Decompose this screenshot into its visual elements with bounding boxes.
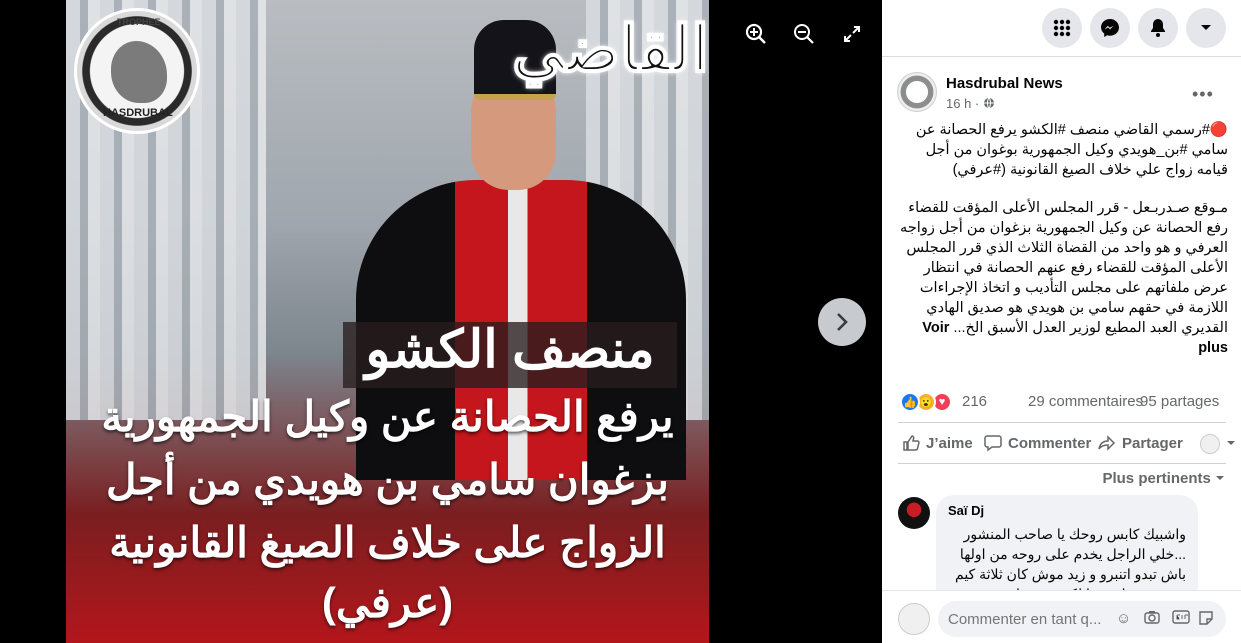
current-user-avatar[interactable] xyxy=(898,603,930,635)
post-panel: Hasdrubal News 16 h · ••• 🔴#رسمي القاضي … xyxy=(882,0,1241,643)
image-name: منصف الكشو xyxy=(365,321,655,379)
account-chevron-icon[interactable] xyxy=(1186,8,1226,48)
reaction-count[interactable]: 216 xyxy=(962,393,987,410)
divider-bottom xyxy=(898,463,1226,464)
zoom-out-icon[interactable] xyxy=(788,18,820,50)
comment-bubble: Saï Dj واشبيك كابس روحك يا صاحب المنشور … xyxy=(936,495,1198,591)
fullscreen-icon[interactable] xyxy=(836,18,868,50)
shares-count[interactable]: 95 partages xyxy=(1140,393,1219,410)
commenter-name[interactable]: Saï Dj xyxy=(948,503,1186,518)
comment-sort[interactable]: Plus pertinents xyxy=(1102,470,1225,487)
chevron-down-icon xyxy=(1227,441,1235,445)
media-viewer: TROPHEE HASDRUBAL القاضي منصف الكشو يرفع… xyxy=(0,0,882,643)
gif-icon[interactable] xyxy=(1172,610,1190,628)
emoji-icon[interactable]: ☺ xyxy=(1116,610,1131,627)
avatar[interactable] xyxy=(897,72,937,112)
globe-icon xyxy=(983,97,994,109)
comments-count[interactable]: 29 commentaires xyxy=(1028,393,1143,410)
notifications-icon[interactable] xyxy=(1138,8,1178,48)
headline-line-3: الزواج على خلاف الصيغ القانونية xyxy=(109,519,666,566)
image-title: القاضي xyxy=(511,12,709,86)
sort-label: Plus pertinents xyxy=(1102,470,1211,487)
reactions-bar: 👍 😮 ♥ 216 29 commentaires 95 partages xyxy=(900,390,1226,414)
post-image[interactable]: TROPHEE HASDRUBAL القاضي منصف الكشو يرفع… xyxy=(66,0,709,643)
camera-icon[interactable] xyxy=(1144,610,1160,628)
post-paragraph-1: 🔴#رسمي القاضي منصف #الكشو يرفع الحصانة ع… xyxy=(915,122,1228,178)
page-avatar-small xyxy=(1200,434,1220,454)
comment-text: واشبيك كابس روحك يا صاحب المنشور ...خلي … xyxy=(955,526,1186,591)
more-options-icon[interactable]: ••• xyxy=(1192,84,1214,105)
top-bar xyxy=(882,0,1241,57)
hasdrubal-logo: TROPHEE HASDRUBAL xyxy=(74,8,200,134)
post-paragraph-2-text: مـوقع صـدربـعل - قرر المجلس الأعلى المؤق… xyxy=(900,200,1228,336)
post-time[interactable]: 16 h · xyxy=(946,96,979,111)
headline-line-1: يرفع الحصانة عن وكيل الجمهورية xyxy=(101,393,674,440)
share-label: Partager xyxy=(1122,434,1183,452)
like-label: J’aime xyxy=(926,434,973,452)
sticker-icon[interactable] xyxy=(1198,610,1214,630)
headline-line-2: بزغوان سامي بن هويدي من أجل xyxy=(106,456,669,503)
menu-grid-icon[interactable] xyxy=(1042,8,1082,48)
commenter-avatar[interactable] xyxy=(898,497,930,529)
post-actions: J’aime Commenter Partager xyxy=(898,429,1235,459)
post-meta[interactable]: 16 h · xyxy=(946,96,995,111)
like-reaction-icon[interactable]: 👍 xyxy=(900,392,920,412)
post-as-selector[interactable] xyxy=(1200,434,1236,454)
logo-bottom-text: HASDRUBAL xyxy=(103,107,173,119)
author-name[interactable]: Hasdrubal News xyxy=(946,75,1063,92)
comment-label: Commenter xyxy=(1008,434,1092,452)
like-icon xyxy=(903,435,920,451)
share-button[interactable]: Partager xyxy=(1098,434,1183,452)
post-text: 🔴#رسمي القاضي منصف #الكشو يرفع الحصانة ع… xyxy=(894,120,1228,358)
like-button[interactable]: J’aime xyxy=(902,434,973,452)
messenger-icon[interactable] xyxy=(1090,8,1130,48)
next-photo-button[interactable] xyxy=(818,298,866,346)
comment-icon xyxy=(984,435,1002,452)
zoom-in-icon[interactable] xyxy=(740,18,772,50)
chevron-down-icon xyxy=(1216,476,1224,480)
share-icon xyxy=(1098,435,1116,451)
post-paragraph-2: مـوقع صـدربـعل - قرر المجلس الأعلى المؤق… xyxy=(894,198,1228,358)
comment-composer: ☺ xyxy=(882,590,1241,643)
chevron-right-icon xyxy=(837,313,848,331)
page-avatar-wrap[interactable] xyxy=(897,72,937,112)
headline-line-4: (عرفي) xyxy=(321,579,454,626)
comment-button[interactable]: Commenter xyxy=(984,434,1091,452)
comment-item: Saï Dj واشبيك كابس روحك يا صاحب المنشور … xyxy=(898,495,1226,591)
logo-top-text: TROPHEE xyxy=(117,17,161,27)
divider-top xyxy=(898,422,1226,423)
logo-head-icon xyxy=(111,41,167,103)
